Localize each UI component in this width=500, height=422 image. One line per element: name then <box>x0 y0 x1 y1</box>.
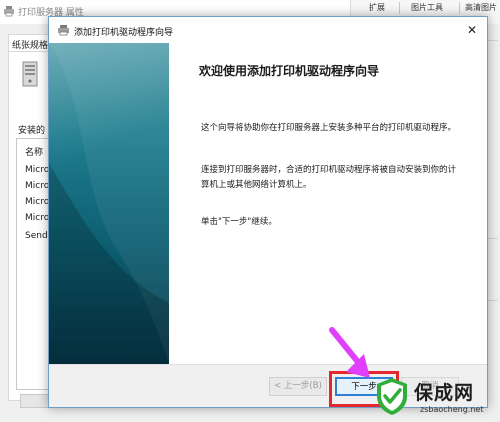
toolbar-item-hd[interactable]: 高清图片 <box>465 2 497 13</box>
banner-wave-graphic <box>49 43 169 364</box>
close-icon[interactable]: ✕ <box>463 22 481 38</box>
wizard-intro-text: 这个向导将协助你在打印服务器上安装多种平台的打印机驱动程序。 <box>201 123 457 133</box>
watermark-url: zsbaocheng.net <box>420 405 484 414</box>
printer-icon <box>4 6 14 17</box>
watermark-title: 保成网 <box>414 382 475 404</box>
toolbar-separator <box>399 2 400 14</box>
list-item[interactable]: Micro <box>25 165 49 175</box>
list-item[interactable]: Micro <box>25 181 49 191</box>
watermark: 保成网 zsbaocheng.net <box>374 376 500 422</box>
forms-list[interactable]: 名称 Micro Micro Micro Micro Send <box>16 138 52 390</box>
wizard-connect-text: 连接到打印服务器时，合适的打印机驱动程序将被自动安装到你的计算机上或其他网络计算… <box>201 165 457 190</box>
toolbar-item-image-tools[interactable]: 图片工具 <box>411 2 443 13</box>
wizard-heading: 欢迎使用添加打印机驱动程序向导 <box>199 64 380 78</box>
toolbar-separator <box>459 2 460 14</box>
properties-bottom-button[interactable] <box>20 394 50 408</box>
server-icon <box>22 61 38 87</box>
shield-logo-icon <box>377 378 407 415</box>
tab-paper-forms[interactable]: 纸张规格 <box>8 34 52 52</box>
arrow-icon <box>329 327 370 378</box>
add-printer-driver-wizard: 添加打印机驱动程序向导 ✕ 欢迎使用添加打印机驱动程序向导 这个向导将协助你在打… <box>48 16 488 408</box>
list-header-name[interactable]: 名称 <box>25 145 43 158</box>
list-item[interactable]: Send <box>25 231 48 241</box>
wizard-title: 添加打印机驱动程序向导 <box>74 28 174 38</box>
list-item[interactable]: Micro <box>25 197 49 207</box>
toolbar-item-extend[interactable]: 扩展 <box>369 2 385 13</box>
list-item[interactable]: Micro <box>25 213 49 223</box>
printer-icon <box>58 25 69 36</box>
wizard-continue-text: 单击"下一步"继续。 <box>201 217 277 227</box>
wizard-titlebar[interactable]: 添加打印机驱动程序向导 ✕ <box>49 17 487 43</box>
installed-forms-label: 安装的 <box>18 126 46 136</box>
tab-paper-forms-label: 纸张规格 <box>12 41 49 51</box>
